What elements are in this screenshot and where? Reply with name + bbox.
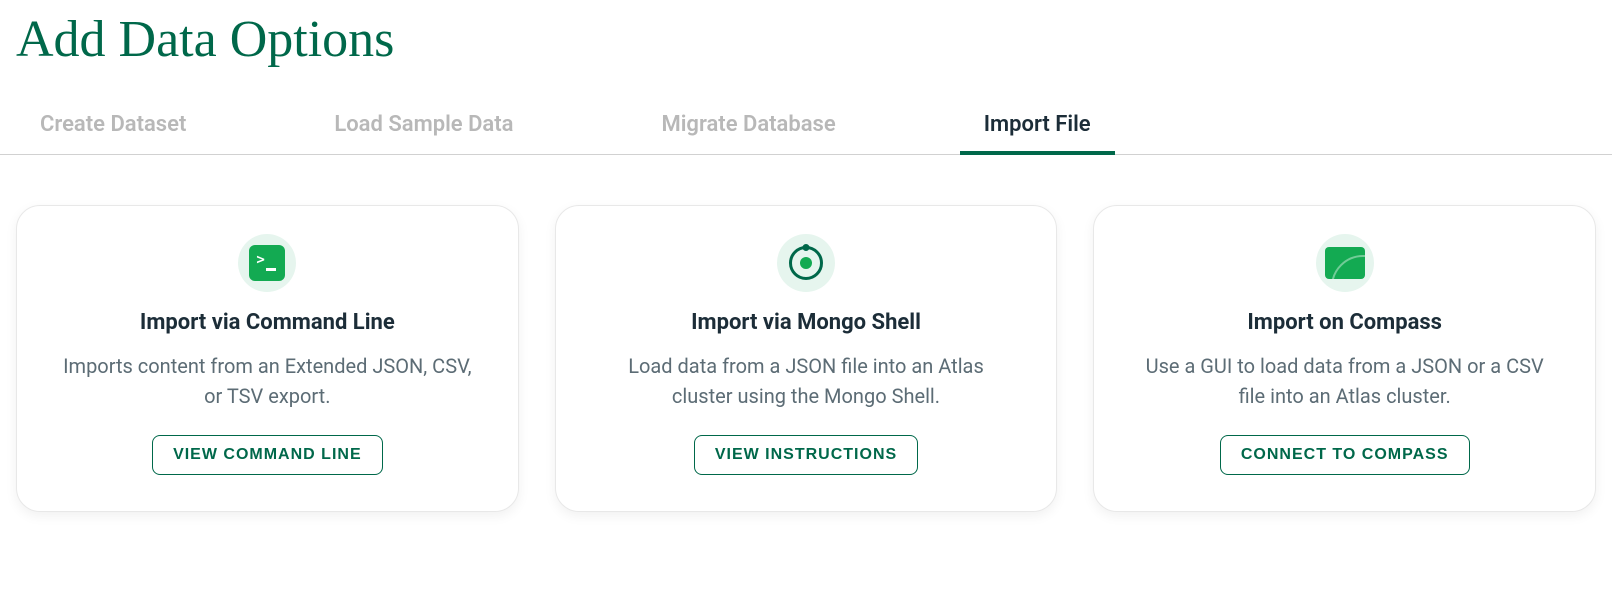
tabs-row: Create Dataset Load Sample Data Migrate … (0, 99, 1612, 155)
page-title: Add Data Options (0, 0, 1612, 99)
view-instructions-button[interactable]: VIEW INSTRUCTIONS (694, 435, 918, 475)
connect-to-compass-button[interactable]: CONNECT TO COMPASS (1220, 435, 1470, 475)
card-compass: Import on Compass Use a GUI to load data… (1093, 205, 1596, 512)
card-description: Load data from a JSON file into an Atlas… (596, 351, 1016, 411)
card-command-line: Import via Command Line Imports content … (16, 205, 519, 512)
card-title: Import via Mongo Shell (691, 310, 921, 335)
tab-create-dataset[interactable]: Create Dataset (16, 100, 210, 155)
tab-import-file[interactable]: Import File (960, 100, 1115, 155)
card-description: Imports content from an Extended JSON, C… (57, 351, 477, 411)
card-mongo-shell: Import via Mongo Shell Load data from a … (555, 205, 1058, 512)
card-description: Use a GUI to load data from a JSON or a … (1135, 351, 1555, 411)
view-command-line-button[interactable]: VIEW COMMAND LINE (152, 435, 383, 475)
tab-migrate-database[interactable]: Migrate Database (637, 100, 859, 155)
cards-row: Import via Command Line Imports content … (0, 155, 1612, 542)
terminal-icon (238, 234, 296, 292)
compass-icon (1316, 234, 1374, 292)
tab-load-sample-data[interactable]: Load Sample Data (310, 100, 537, 155)
card-title: Import via Command Line (140, 310, 395, 335)
card-title: Import on Compass (1247, 310, 1442, 335)
mongo-shell-icon (777, 234, 835, 292)
